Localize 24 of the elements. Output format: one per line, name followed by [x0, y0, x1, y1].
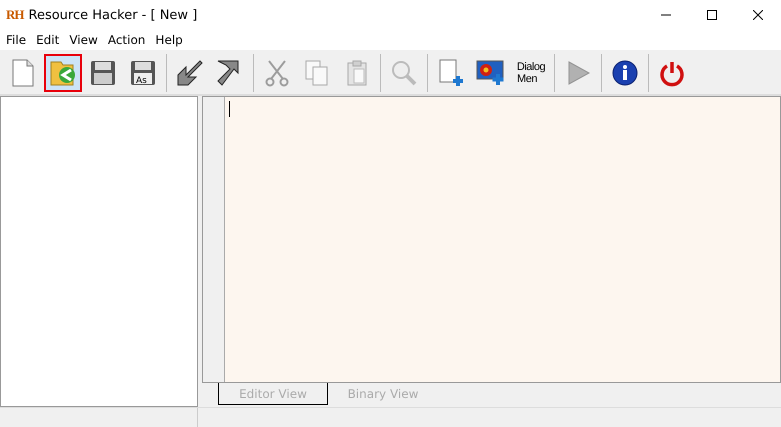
power-icon [658, 59, 686, 87]
scissors-icon [263, 59, 291, 87]
arrow-icon [176, 59, 204, 87]
window-title: Resource Hacker - [ New ] [28, 8, 198, 22]
menu-item[interactable]: File [2, 33, 32, 47]
copy-icon [304, 59, 330, 87]
clipboard-icon [345, 59, 369, 87]
info-icon [611, 59, 639, 87]
menu-item[interactable]: Edit [32, 33, 66, 47]
blank-page-icon [10, 58, 36, 88]
icon-label: Dialog [516, 61, 546, 73]
page-plus-icon [437, 58, 465, 88]
menu-item[interactable]: Help [151, 33, 189, 47]
maximize-icon [707, 10, 717, 20]
close-icon [753, 10, 763, 20]
search-icon [390, 59, 418, 87]
text-cursor [229, 101, 230, 117]
toolbar-button[interactable]: As [124, 54, 162, 92]
icon-label: Men [517, 73, 537, 85]
app-logo: RH [6, 7, 24, 23]
menu-item[interactable]: View [65, 33, 104, 47]
menu-item[interactable]: Action [104, 33, 152, 47]
image-plus-icon [476, 58, 506, 88]
toolbar-button[interactable]: Dialog Men [512, 54, 550, 92]
